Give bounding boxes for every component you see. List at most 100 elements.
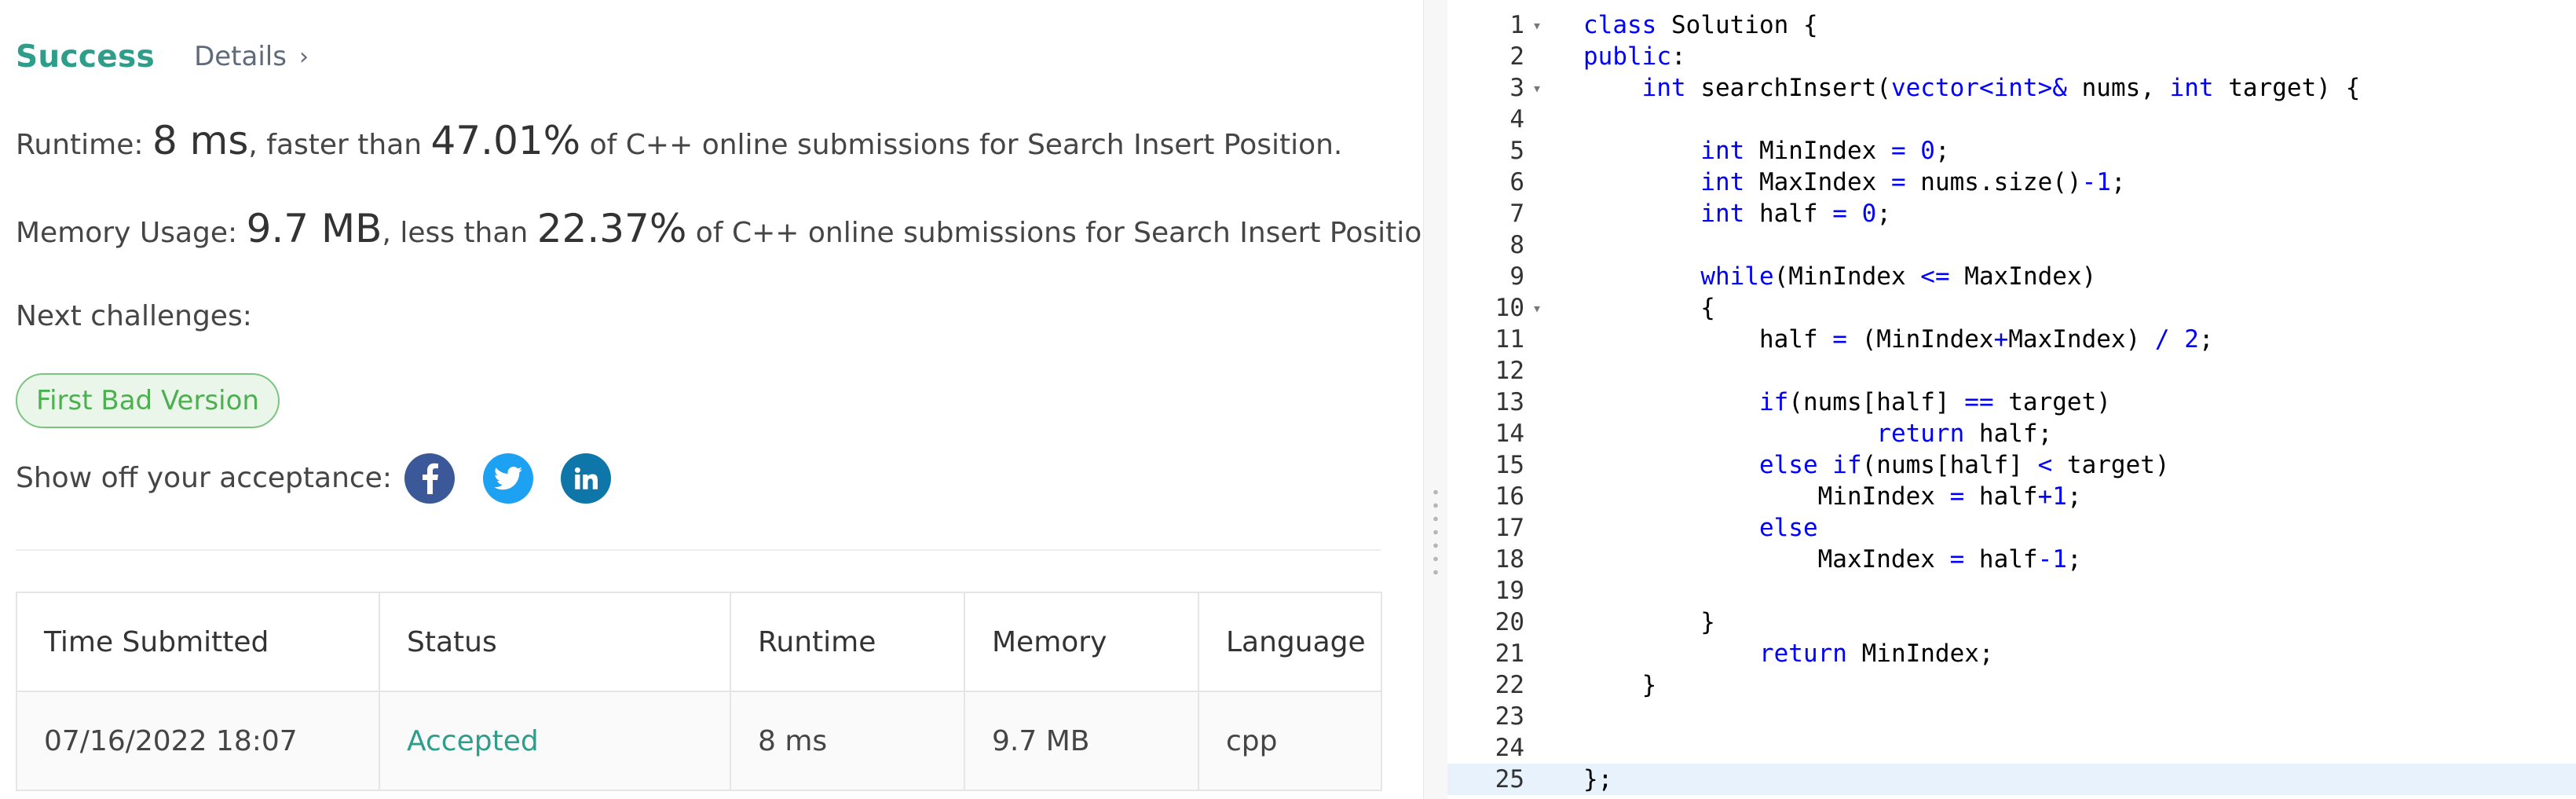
submission-result-panel: Success Details › Runtime: 8 ms, faster … (0, 0, 1423, 799)
line-code: else if(nums[half] < target) (1758, 451, 2170, 479)
header-memory: Memory (964, 592, 1199, 692)
code-editor[interactable]: 1 ▾ class Solution {2 public: 3 ▾ int searchI… (1447, 0, 2576, 799)
code-line[interactable]: 5 int MinIndex = 0; (1447, 135, 2576, 167)
code-line[interactable]: 11 half = (MinIndex+MaxIndex) / 2; (1447, 324, 2576, 355)
linkedin-share-button[interactable] (561, 453, 611, 504)
code-line[interactable]: 15 else if(nums[half] < target) (1447, 449, 2576, 481)
line-number: 16 (1495, 482, 1524, 511)
fold-arrow-icon[interactable]: ▾ (1532, 72, 1542, 104)
drag-handle-icon (1433, 486, 1438, 581)
line-number: 17 (1495, 514, 1524, 542)
line-number: 25 (1495, 765, 1524, 794)
code-line[interactable]: 13 if(nums[half] == target) (1447, 387, 2576, 418)
details-label: Details (194, 41, 287, 72)
code-line[interactable]: 1 ▾ class Solution { (1447, 9, 2576, 41)
runtime-value: 8 ms (152, 118, 249, 163)
code-line[interactable]: 7 int half = 0; (1447, 198, 2576, 229)
line-code: } (1583, 608, 1715, 636)
code-line[interactable]: 24 (1447, 732, 2576, 764)
panel-resize-handle[interactable] (1423, 0, 1448, 799)
cell-runtime: 8 ms (730, 691, 965, 791)
header-language: Language (1198, 592, 1382, 692)
line-code: class Solution { (1583, 11, 1818, 39)
result-status: Success (16, 38, 156, 75)
line-code: MinIndex = half+1; (1583, 482, 2082, 511)
submissions-table: Time Submitted Status Runtime Memory Lan… (16, 592, 1382, 791)
result-header: Success Details › (16, 35, 309, 79)
code-line[interactable]: 10 ▾ { (1447, 292, 2576, 324)
memory-mid: , less than (382, 217, 537, 249)
runtime-suffix: of C++ online submissions for Search Ins… (580, 129, 1343, 161)
code-line[interactable]: 12 (1447, 355, 2576, 387)
line-code: int half = 0; (1700, 200, 1891, 228)
table-header-row: Time Submitted Status Runtime Memory Lan… (16, 592, 1382, 692)
code-line[interactable]: 9 while(MinIndex <= MaxIndex) (1447, 261, 2576, 292)
facebook-share-button[interactable] (404, 453, 455, 504)
cell-status[interactable]: Accepted (379, 691, 731, 791)
fold-arrow-icon[interactable]: ▾ (1532, 292, 1542, 324)
memory-value: 9.7 MB (246, 206, 382, 251)
line-number: 21 (1495, 640, 1524, 668)
line-code: while(MinIndex <= MaxIndex) (1700, 262, 2097, 291)
code-line[interactable]: 8 (1447, 229, 2576, 261)
line-code: if(nums[half] == target) (1758, 388, 2111, 416)
line-code: return MinIndex; (1758, 640, 1994, 668)
code-line[interactable]: 23 (1447, 701, 2576, 732)
facebook-icon (423, 463, 438, 494)
runtime-stat: Runtime: 8 ms, faster than 47.01% of C++… (16, 118, 1342, 163)
cell-time-submitted: 07/16/2022 18:07 (16, 691, 380, 791)
code-line[interactable]: 20 } (1447, 607, 2576, 638)
line-number: 12 (1495, 357, 1524, 385)
runtime-percentile: 47.01% (430, 118, 581, 163)
fold-arrow-icon[interactable]: ▾ (1532, 9, 1542, 41)
code-line[interactable]: 19 (1447, 575, 2576, 607)
code-line[interactable]: 18 MaxIndex = half-1; (1447, 544, 2576, 575)
line-code: else (1758, 514, 1818, 542)
line-number: 2 (1509, 42, 1524, 71)
line-code: int searchInsert(vector<int>& nums, int … (1641, 74, 2361, 102)
header-status: Status (379, 592, 731, 692)
memory-suffix: of C++ online submissions for Search Ins… (686, 217, 1423, 249)
line-code: MaxIndex = half-1; (1583, 545, 2082, 574)
code-line[interactable]: 4 (1447, 104, 2576, 135)
memory-prefix: Memory Usage: (16, 217, 247, 249)
runtime-mid: , faster than (248, 129, 431, 161)
line-number: 22 (1495, 671, 1524, 699)
line-number: 15 (1495, 451, 1524, 479)
section-divider (16, 549, 1381, 551)
line-number: 8 (1509, 231, 1524, 259)
line-number: 14 (1495, 420, 1524, 448)
runtime-prefix: Runtime: (16, 129, 152, 161)
code-line[interactable]: 21 return MinIndex; (1447, 638, 2576, 669)
line-number: 3 (1509, 74, 1524, 102)
line-number: 13 (1495, 388, 1524, 416)
code-line[interactable]: 6 int MaxIndex = nums.size()-1; (1447, 167, 2576, 198)
line-number: 19 (1495, 577, 1524, 605)
line-number: 24 (1495, 734, 1524, 762)
linkedin-icon (574, 467, 598, 489)
code-line[interactable]: 25}; (1447, 764, 2576, 795)
code-line[interactable]: 3 ▾ int searchInsert(vector<int>& nums, i… (1447, 72, 2576, 104)
cell-memory: 9.7 MB (964, 691, 1199, 791)
line-code: }; (1583, 765, 1613, 794)
code-line[interactable]: 14 return half; (1447, 418, 2576, 449)
line-code: return half; (1876, 420, 2053, 448)
line-number: 20 (1495, 608, 1524, 636)
code-line[interactable]: 2 public: (1447, 41, 2576, 72)
next-challenge-button[interactable]: First Bad Version (16, 373, 280, 428)
header-runtime: Runtime (730, 592, 965, 692)
code-line[interactable]: 17 else (1447, 512, 2576, 544)
memory-stat: Memory Usage: 9.7 MB, less than 22.37% o… (16, 206, 1423, 251)
details-link[interactable]: Details › (194, 41, 309, 72)
code-line[interactable]: 16 MinIndex = half+1; (1447, 481, 2576, 512)
next-challenges-label: Next challenges: (16, 300, 252, 332)
line-number: 18 (1495, 545, 1524, 574)
twitter-share-button[interactable] (483, 453, 533, 504)
line-number: 1 (1509, 11, 1524, 39)
share-label: Show off your acceptance: (16, 462, 392, 494)
table-row[interactable]: 07/16/2022 18:07 Accepted 8 ms 9.7 MB cp… (16, 691, 1382, 791)
line-number: 4 (1509, 105, 1524, 134)
line-code: half = (MinIndex+MaxIndex) / 2; (1583, 325, 2214, 354)
code-line[interactable]: 22 } (1447, 669, 2576, 701)
line-number: 6 (1509, 168, 1524, 196)
